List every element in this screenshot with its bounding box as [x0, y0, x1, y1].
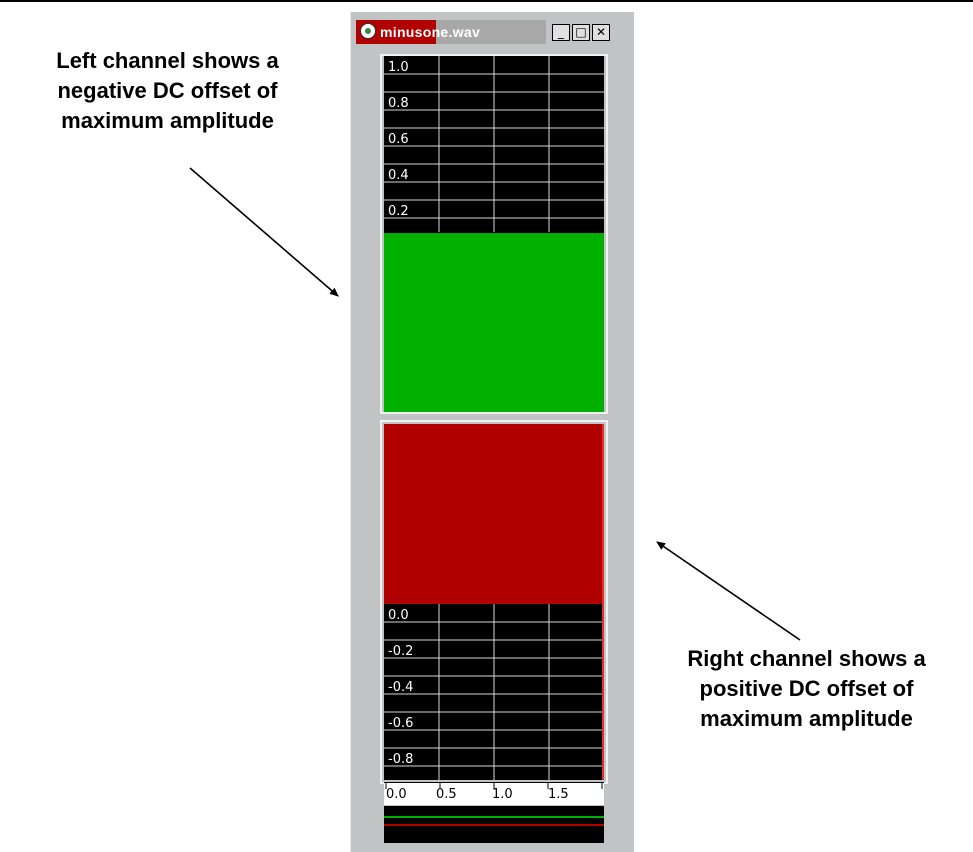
window-titlebar[interactable]: minusone.wav _ □ ✕ — [356, 18, 628, 46]
right-y-tick: -0.6 — [388, 716, 414, 731]
top-border-line — [0, 0, 973, 2]
maximize-button[interactable]: □ — [572, 24, 590, 41]
time-tick-label: 0.0 — [386, 787, 407, 802]
right-y-tick: 0.0 — [388, 608, 409, 623]
right-annotation-arrow — [656, 541, 801, 641]
left-y-tick: 0.8 — [388, 96, 409, 111]
window-title: minusone.wav — [380, 24, 481, 40]
overview-strip[interactable] — [384, 806, 604, 843]
left-channel-grid — [384, 56, 604, 412]
right-y-tick: -0.2 — [388, 644, 414, 659]
time-tick-label: 1.5 — [548, 787, 569, 802]
overview-left-line — [384, 816, 604, 818]
left-y-tick: 0.6 — [388, 132, 409, 147]
right-channel-waveform[interactable]: 0.0 -0.2 -0.4 -0.6 -0.8 — [384, 424, 604, 780]
left-y-tick: 0.2 — [388, 204, 409, 219]
right-channel-dc-fill — [384, 424, 602, 604]
time-ruler[interactable]: 0.0 0.5 1.0 1.5 — [384, 782, 604, 805]
minimize-button[interactable]: _ — [552, 24, 570, 41]
right-channel-grid — [384, 424, 602, 780]
overview-right-line — [384, 824, 604, 826]
right-channel-annotation: Right channel shows a positive DC offset… — [687, 646, 926, 731]
left-channel-annotation: Left channel shows a negative DC offset … — [56, 48, 279, 133]
left-channel-dc-fill — [384, 233, 604, 412]
right-y-tick: -0.8 — [388, 752, 414, 767]
left-y-tick: 0.4 — [388, 168, 409, 183]
right-y-tick: -0.4 — [388, 680, 414, 695]
left-channel-waveform[interactable]: 1.0 0.8 0.6 0.4 0.2 — [384, 56, 604, 412]
cd-audio-icon — [360, 23, 376, 39]
close-button[interactable]: ✕ — [592, 24, 610, 41]
time-tick-label: 1.0 — [492, 787, 513, 802]
left-y-tick: 1.0 — [388, 60, 409, 75]
time-tick-label: 0.5 — [436, 787, 457, 802]
left-annotation-arrow — [189, 167, 339, 297]
